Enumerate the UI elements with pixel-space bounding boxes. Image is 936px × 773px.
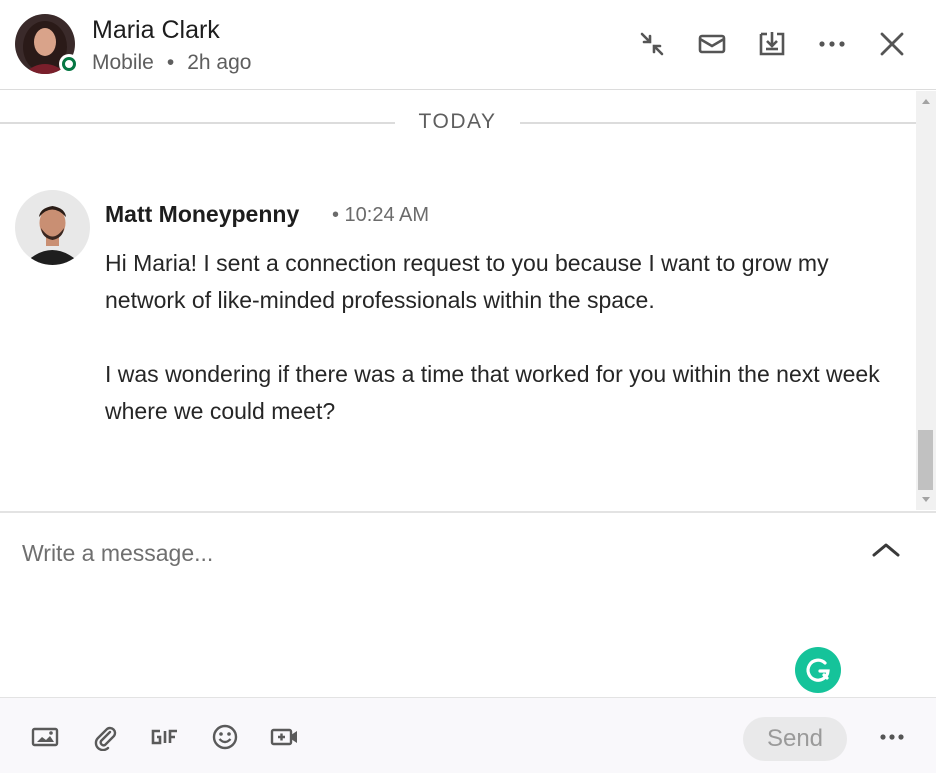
grammarly-icon [806, 658, 830, 682]
chevron-up-icon [872, 543, 900, 557]
minimize-button[interactable] [634, 26, 670, 62]
message-paragraph: I was wondering if there was a time that… [105, 361, 880, 424]
device-label: Mobile [92, 51, 154, 74]
ellipsis-icon [819, 41, 845, 47]
video-meeting-button[interactable] [268, 720, 302, 754]
close-button[interactable] [874, 26, 910, 62]
close-icon [880, 32, 904, 56]
expand-compose-button[interactable] [870, 537, 902, 561]
message-timestamp: • 10:24 AM [332, 204, 430, 226]
day-label: TODAY [418, 110, 497, 133]
message-thread[interactable]: TODAY Matt Moneypenny • 10:24 AM Hi Mari… [0, 91, 936, 510]
gif-icon [151, 729, 177, 745]
online-status-indicator [59, 54, 79, 74]
thread-scrollbar[interactable] [916, 91, 936, 510]
archive-download-icon [759, 32, 785, 56]
emoji-icon [212, 724, 238, 750]
contact-avatar[interactable] [15, 14, 79, 74]
message-input[interactable]: Write a message... [22, 540, 213, 567]
compose-area[interactable]: Write a message... [0, 511, 936, 697]
sender-avatar[interactable] [15, 190, 90, 265]
video-call-icon [270, 728, 297, 746]
separator: • [166, 51, 175, 74]
sender-name[interactable]: Matt Moneypenny [105, 201, 299, 228]
mark-unread-button[interactable] [694, 26, 730, 62]
scroll-down-arrow[interactable] [922, 497, 930, 502]
message-body: Hi Maria! I sent a connection request to… [105, 245, 905, 430]
message-paragraph: Hi Maria! I sent a connection request to… [105, 250, 829, 313]
contact-presence: Mobile • 2h ago [92, 51, 251, 75]
envelope-icon [698, 34, 726, 54]
last-active-label: 2h ago [187, 51, 252, 74]
collapse-arrows-icon [640, 32, 664, 56]
send-button[interactable]: Send [743, 717, 847, 761]
grammarly-button[interactable] [795, 647, 841, 693]
emoji-button[interactable] [208, 720, 242, 754]
scrollbar-thumb[interactable] [918, 430, 933, 490]
compose-toolbar: Send [0, 697, 936, 773]
conversation-header: Maria Clark Mobile • 2h ago [0, 0, 936, 90]
compose-more-options-button[interactable] [874, 720, 910, 754]
scroll-up-arrow[interactable] [922, 99, 930, 104]
more-options-button[interactable] [814, 26, 850, 62]
paperclip-icon [94, 726, 117, 751]
contact-name[interactable]: Maria Clark [92, 16, 220, 45]
gif-button[interactable] [148, 720, 182, 754]
attach-image-button[interactable] [28, 720, 62, 754]
attach-file-button[interactable] [88, 720, 122, 754]
ellipsis-icon [880, 734, 904, 740]
day-divider: TODAY [0, 108, 916, 138]
image-icon [31, 727, 59, 747]
archive-button[interactable] [754, 26, 790, 62]
